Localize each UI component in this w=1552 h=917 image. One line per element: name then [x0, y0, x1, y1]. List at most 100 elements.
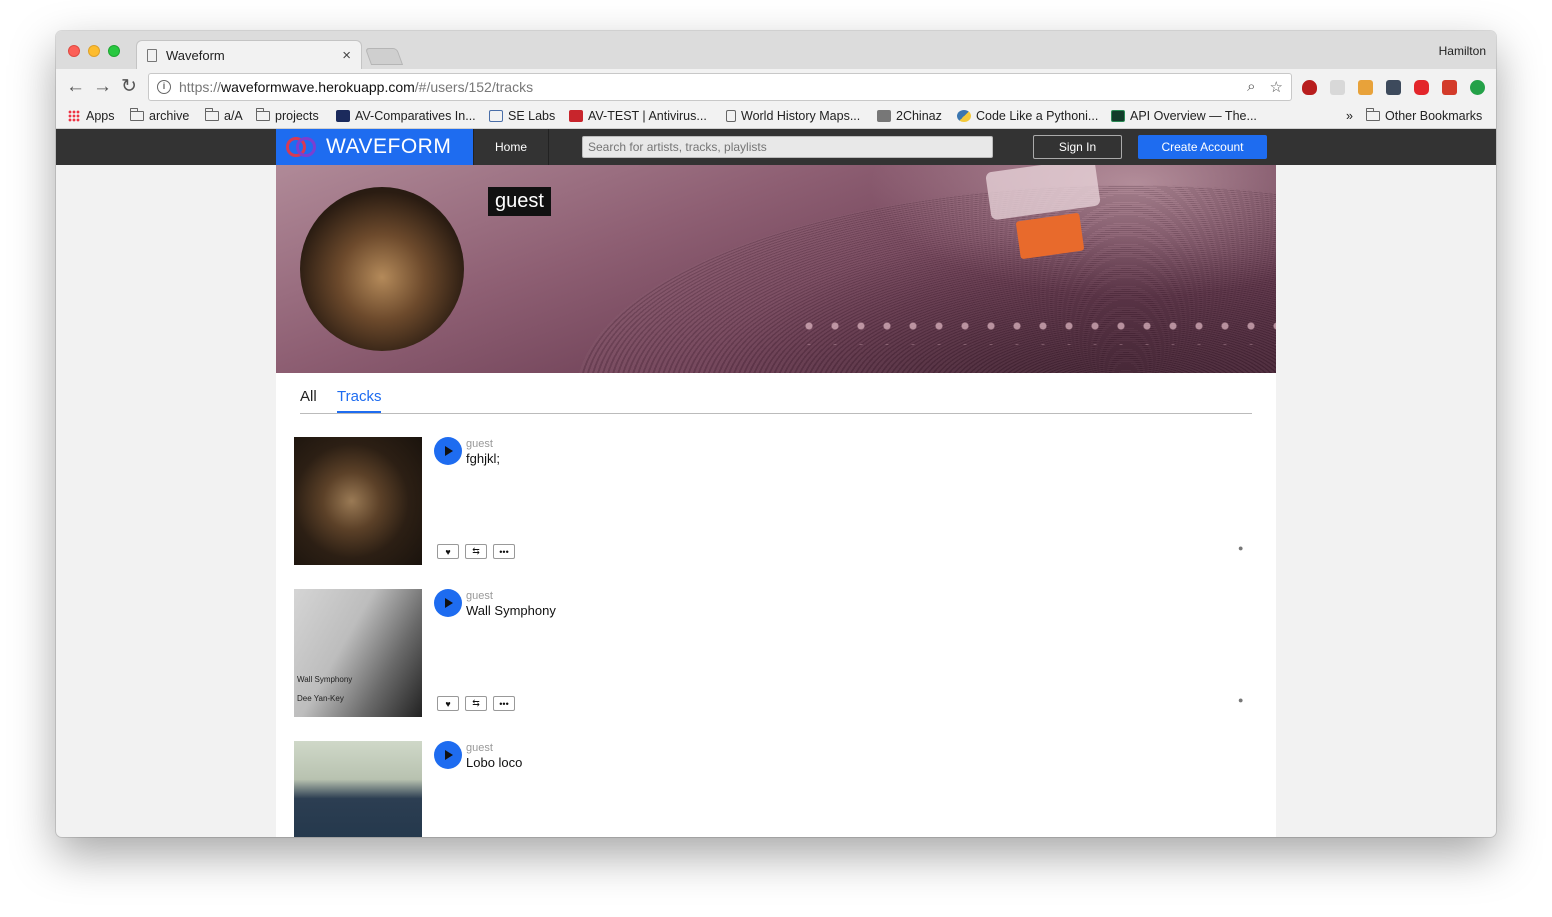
- track-artist[interactable]: guest: [466, 590, 493, 602]
- site-icon: [877, 110, 891, 122]
- browser-toolbar: ← → ↻ i https://waveformwave.herokuapp.c…: [56, 69, 1496, 105]
- cover-caption: Dee Yan-Key: [297, 694, 344, 703]
- close-tab-icon[interactable]: ×: [342, 47, 351, 64]
- repost-button[interactable]: ⇆: [465, 544, 487, 559]
- logo-link[interactable]: WAVEFORM: [276, 129, 473, 165]
- zoom-icon[interactable]: ⌕: [1247, 78, 1255, 96]
- create-account-button[interactable]: Create Account: [1138, 135, 1267, 159]
- extension-green-icon[interactable]: [1470, 80, 1485, 95]
- av-comparatives-icon: [336, 110, 350, 122]
- track-cover[interactable]: [294, 437, 422, 565]
- folder-icon: [1366, 108, 1380, 121]
- profile-name[interactable]: Hamilton: [1439, 44, 1486, 58]
- play-icon: [445, 446, 453, 456]
- bookmark-star-icon[interactable]: ☆: [1270, 78, 1283, 96]
- like-button[interactable]: ♥: [437, 544, 459, 559]
- address-bar[interactable]: i https://waveformwave.herokuapp.com/#/u…: [148, 73, 1292, 101]
- forward-button[interactable]: →: [93, 77, 112, 96]
- bookmark-archive[interactable]: archive: [130, 108, 189, 123]
- extension-gray-icon[interactable]: [1330, 80, 1345, 95]
- se-labs-icon: [489, 110, 503, 122]
- like-button[interactable]: ♥: [437, 696, 459, 711]
- bookmark-2chinaz[interactable]: 2Chinaz: [877, 109, 942, 123]
- play-button[interactable]: [434, 589, 462, 617]
- minimize-window-button[interactable]: [88, 45, 100, 57]
- extension-dots-icon[interactable]: [1386, 80, 1401, 95]
- url-path: /#/users/152/tracks: [414, 79, 534, 95]
- search-input[interactable]: [582, 136, 993, 158]
- comment-icon[interactable]: ●: [1238, 543, 1243, 553]
- browser-tab[interactable]: Waveform ×: [136, 40, 362, 69]
- bookmark-code-like-pythonista[interactable]: Code Like a Pythoni...: [957, 109, 1098, 123]
- profile-content: All Tracks guest fghjkl; ♥ ⇆ ••• ● Wall …: [276, 373, 1276, 837]
- info-icon[interactable]: i: [157, 80, 171, 94]
- play-button[interactable]: [434, 741, 462, 769]
- url-scheme: https://: [179, 79, 222, 95]
- bookmark-api-overview[interactable]: API Overview — The...: [1111, 109, 1257, 123]
- python-icon: [957, 110, 971, 122]
- waveform-logo-icon: [286, 133, 316, 161]
- cover-caption: Wall Symphony: [297, 675, 353, 684]
- bookmarks-bar: Apps archive a/A projects AV-Comparative…: [56, 105, 1496, 129]
- close-window-button[interactable]: [68, 45, 80, 57]
- home-link[interactable]: Home: [473, 129, 549, 165]
- play-icon: [445, 750, 453, 760]
- bookmark-apps[interactable]: Apps: [68, 109, 115, 123]
- track-title[interactable]: Wall Symphony: [466, 603, 556, 618]
- sign-in-button[interactable]: Sign In: [1033, 135, 1122, 159]
- bookmark-av-test[interactable]: AV-TEST | Antivirus...: [569, 109, 707, 123]
- track-item: guest Lobo loco: [294, 741, 1254, 837]
- folder-icon: [130, 108, 144, 121]
- track-actions: ♥ ⇆ •••: [437, 696, 515, 711]
- bookmark-other[interactable]: Other Bookmarks: [1366, 108, 1482, 123]
- track-artist[interactable]: guest: [466, 438, 493, 450]
- tab-title: Waveform: [166, 47, 225, 63]
- profile-tabs: All Tracks: [300, 388, 1252, 414]
- folder-icon: [205, 108, 219, 121]
- avatar: [300, 187, 464, 351]
- more-button[interactable]: •••: [493, 696, 515, 711]
- url-host: waveformwave.herokuapp.com: [221, 79, 415, 95]
- maximize-window-button[interactable]: [108, 45, 120, 57]
- bookmark-projects[interactable]: projects: [256, 108, 319, 123]
- more-button[interactable]: •••: [493, 544, 515, 559]
- bookmark-aa[interactable]: a/A: [205, 108, 243, 123]
- bookmark-world-history[interactable]: World History Maps...: [726, 109, 860, 123]
- profile-username: guest: [488, 187, 551, 216]
- repost-button[interactable]: ⇆: [465, 696, 487, 711]
- back-button[interactable]: ←: [66, 77, 85, 96]
- track-cover[interactable]: [294, 741, 422, 837]
- folder-icon: [256, 108, 270, 121]
- bookmarks-overflow-button[interactable]: »: [1346, 109, 1353, 123]
- api-icon: [1111, 110, 1125, 122]
- comment-icon[interactable]: ●: [1238, 695, 1243, 705]
- track-artist[interactable]: guest: [466, 742, 493, 754]
- track-actions: ♥ ⇆ •••: [437, 544, 515, 559]
- extension-face-icon[interactable]: [1358, 80, 1373, 95]
- tab-all[interactable]: All: [300, 388, 317, 411]
- bookmark-av-comparatives[interactable]: AV-Comparatives In...: [336, 109, 476, 123]
- logo-text: WAVEFORM: [326, 135, 452, 158]
- page-icon: [726, 110, 736, 122]
- extension-red-icon[interactable]: [1442, 80, 1457, 95]
- play-icon: [445, 598, 453, 608]
- track-title[interactable]: fghjkl;: [466, 451, 500, 466]
- site-header: WAVEFORM Home Sign In Create Account: [56, 129, 1496, 165]
- new-tab-button[interactable]: [364, 48, 404, 65]
- title-bar: Waveform × Hamilton: [56, 31, 1496, 69]
- browser-window: Waveform × Hamilton ← → ↻ i https://wave…: [56, 31, 1496, 837]
- profile-banner: guest: [276, 165, 1276, 373]
- page-icon: [147, 48, 157, 62]
- track-cover[interactable]: Wall Symphony Dee Yan-Key: [294, 589, 422, 717]
- apps-grid-icon: [68, 110, 80, 122]
- bookmark-se-labs[interactable]: SE Labs: [489, 109, 555, 123]
- track-item: guest fghjkl; ♥ ⇆ ••• ●: [294, 437, 1254, 565]
- track-title[interactable]: Lobo loco: [466, 755, 522, 770]
- youtube-icon[interactable]: [1414, 80, 1429, 95]
- tab-tracks[interactable]: Tracks: [337, 388, 382, 413]
- play-button[interactable]: [434, 437, 462, 465]
- track-item: Wall Symphony Dee Yan-Key guest Wall Sym…: [294, 589, 1254, 717]
- reload-button[interactable]: ↻: [121, 77, 137, 96]
- av-test-icon: [569, 110, 583, 122]
- ublock-icon[interactable]: [1302, 80, 1317, 95]
